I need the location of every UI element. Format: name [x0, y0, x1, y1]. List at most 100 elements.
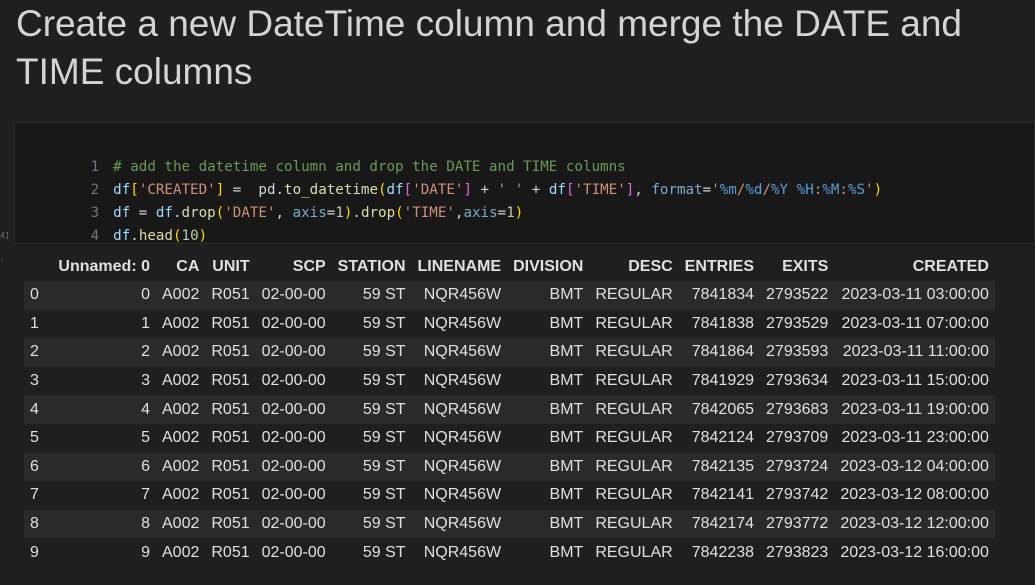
row-index: 6: [24, 452, 46, 482]
table-cell: 7841864: [678, 338, 761, 367]
table-cell: A002: [156, 395, 206, 424]
table-cell: A002: [156, 481, 206, 510]
code-token: %Y: [771, 182, 789, 198]
table-cell: BMT: [507, 366, 590, 396]
code-token: ): [198, 228, 208, 244]
table-cell: REGULAR: [589, 395, 679, 424]
code-token: =: [702, 182, 712, 198]
table-cell: 2793742: [760, 481, 835, 510]
table-cell: 59 ST: [331, 281, 412, 310]
table-cell: 7841838: [678, 309, 761, 339]
table-cell: BMT: [507, 309, 590, 339]
code-token: %H: [796, 182, 814, 198]
cell-execution-marker: 4]: [0, 231, 10, 240]
row-index: 0: [24, 281, 46, 310]
table-cell: 59 ST: [331, 509, 412, 539]
table-cell: NQR456W: [411, 281, 508, 310]
table-cell: 59 ST: [331, 452, 412, 482]
table-cell: A002: [156, 281, 206, 310]
column-header: DIVISION: [513, 258, 584, 275]
code-token: :: [813, 182, 823, 198]
table-cell: A002: [156, 452, 206, 482]
table-cell: 2023-03-12 04:00:00: [834, 452, 995, 482]
code-token: .: [352, 205, 361, 221]
table-cell: 7842124: [678, 423, 761, 453]
table-cell: R051: [205, 423, 256, 453]
table-cell: 59 ST: [331, 366, 412, 396]
table-row: 3 3 A002 R051 02-00-00 59 ST NQR456W BMT REGULAR…: [24, 366, 995, 396]
table-cell: NQR456W: [411, 538, 508, 567]
table-cell: 2023-03-12 08:00:00: [834, 481, 995, 510]
code-line-1[interactable]: 1 # add the datetime column and drop the …: [15, 133, 626, 175]
table-cell: 02-00-00: [255, 423, 332, 453]
table-cell: 2793823: [760, 538, 835, 567]
table-row: 6 6 A002 R051 02-00-00 59 ST NQR456W BMT REGULAR…: [24, 452, 995, 482]
table-cell: 59 ST: [331, 538, 412, 567]
table-cell: 2793683: [760, 395, 835, 424]
code-token: =: [497, 205, 507, 221]
table-cell: 2023-03-12 12:00:00: [834, 509, 995, 539]
table-cell: 2023-03-11 11:00:00: [834, 338, 995, 367]
table-cell: R051: [205, 395, 256, 424]
table-cell: 6: [46, 452, 156, 482]
table-cell: 0: [46, 281, 156, 310]
code-token: %S: [847, 182, 866, 198]
row-index: 2: [24, 338, 46, 367]
table-cell: 7842065: [678, 395, 761, 424]
table-cell: BMT: [507, 509, 590, 539]
code-token: ): [514, 205, 524, 221]
table-cell: NQR456W: [411, 423, 508, 453]
code-token: ': [711, 182, 720, 198]
code-token: 1: [506, 205, 515, 221]
table-cell: REGULAR: [589, 338, 679, 367]
table-cell: NQR456W: [411, 452, 508, 482]
code-line-2[interactable]: 2 df['CREATED'] = pd.to_datetime(df['DATE…: [15, 156, 883, 198]
code-token: drop: [360, 205, 396, 221]
code-token: axis: [463, 205, 498, 221]
table-cell: 02-00-00: [255, 481, 332, 510]
column-header: CREATED: [912, 258, 989, 275]
table-cell: REGULAR: [589, 423, 679, 453]
table-row: 5 5 A002 R051 02-00-00 59 ST NQR456W BMT REGULAR…: [24, 423, 995, 453]
table-cell: 59 ST: [331, 338, 412, 367]
table-row: 1 1 A002 R051 02-00-00 59 ST NQR456W BMT REGULAR…: [24, 309, 995, 339]
code-line-3[interactable]: 3 df = df.drop('DATE', axis=1).drop('TIME…: [15, 179, 524, 221]
table-cell: A002: [156, 338, 206, 367]
table-cell: BMT: [507, 538, 590, 567]
table-cell: 59 ST: [331, 481, 412, 510]
dataframe-output-table: Unnamed: 0 CA UNIT SCP STATION LINENAME DIVISI…: [24, 253, 995, 567]
code-token: head: [138, 228, 173, 244]
column-header: SCP: [292, 258, 326, 275]
table-row: 7 7 A002 R051 02-00-00 59 ST NQR456W BMT REGULAR…: [24, 481, 995, 510]
table-cell: 2: [46, 338, 156, 367]
code-token: ]: [625, 182, 635, 198]
table-header-row: Unnamed: 0 CA UNIT SCP STATION LINENAME DIVISI…: [24, 253, 995, 281]
row-index: 3: [24, 366, 46, 396]
table-cell: 7841834: [678, 281, 761, 310]
table-cell: REGULAR: [589, 538, 679, 567]
code-line-4[interactable]: 4 df.head(10): [15, 202, 208, 244]
row-index: 5: [24, 423, 46, 453]
table-cell: 2793724: [760, 452, 835, 482]
table-cell: R051: [205, 281, 256, 310]
table-cell: NQR456W: [411, 481, 508, 510]
code-token: 'TIME': [403, 205, 455, 221]
row-index: 8: [24, 509, 46, 539]
table-cell: 02-00-00: [255, 281, 332, 310]
table-cell: BMT: [507, 423, 590, 453]
code-token: axis: [292, 205, 327, 221]
code-cell[interactable]: 1 # add the datetime column and drop the …: [14, 122, 1035, 244]
row-index: 7: [24, 481, 46, 510]
table-cell: BMT: [507, 281, 590, 310]
table-cell: R051: [205, 452, 256, 482]
code-token: df: [548, 182, 566, 198]
code-token: %M: [822, 182, 840, 198]
table-cell: 2793593: [760, 338, 835, 367]
table-cell: 2793772: [760, 509, 835, 539]
table-cell: BMT: [507, 481, 590, 510]
table-cell: 02-00-00: [255, 366, 332, 396]
table-cell: 2793529: [760, 309, 835, 339]
code-token: :: [839, 182, 848, 198]
table-cell: 2023-03-11 23:00:00: [834, 423, 995, 453]
table-cell: REGULAR: [589, 509, 679, 539]
